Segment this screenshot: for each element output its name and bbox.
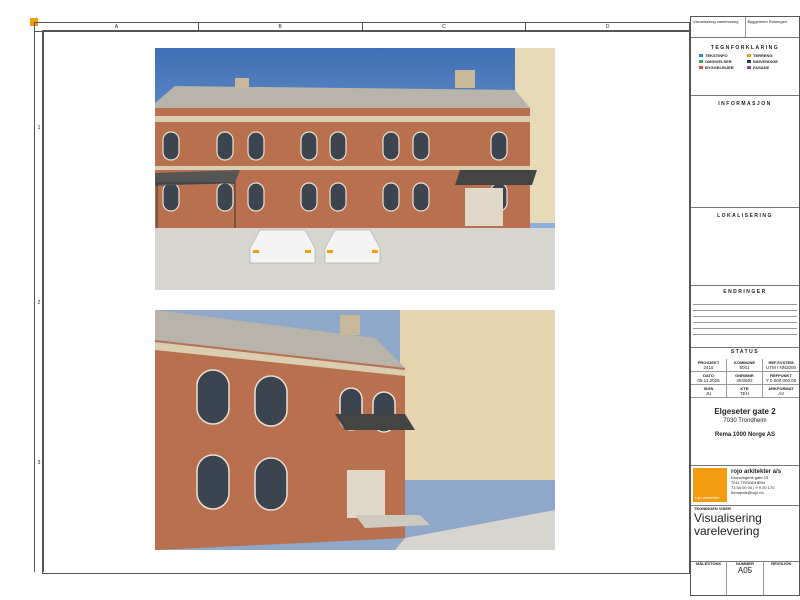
address-line2: 7030 Trondheim [723,418,767,424]
revision-cell: REVISJON [771,561,792,566]
header-owner: Byggeieren Rosengen [747,19,788,24]
render-front-view [155,48,555,290]
client-name: Rema 1000 Norge AS [714,432,776,438]
cell-prosjekt: PROSJEKT 2415 [691,359,727,372]
firm-section: rojo arkitekter rojo arkitekter a/s Dron… [691,465,799,506]
project-info-table: PROSJEKT 2415 KOMMUNE 5001 REF.SYSTEM UTM /… [691,359,799,398]
render-side-view [155,310,555,550]
change-log-table [693,299,797,339]
cell-gnrbnr: GNR/BNR 404/602 [727,372,763,385]
endringer-title: ENDRINGER [723,289,767,295]
status-title: STATUS [730,349,760,355]
drawing-title-section: TEGNINGEN VISER Visualisering vareleveri… [691,505,799,562]
firm-address-line: firmapost@rojo.no [731,490,764,495]
header-drawing-name: Visualisering varelevering [691,17,746,37]
title-block: Visualisering varelevering Byggeieren Ro… [690,16,800,596]
address-section: Elgeseter gate 2 7030 Trondheim Rema 100… [691,397,799,466]
information-title: INFORMASJON [718,101,772,107]
legend-list: TEKSTINFO TERRENG OMGIVELSER INNVENDIGE … [691,51,799,72]
cell-dato: DATO 05.11.2025 [691,372,727,385]
cell-refsystem: REF.SYSTEM UTM / NN2000 [763,359,799,372]
firm-logo: rojo arkitekter [693,468,727,502]
cell-kommune: KOMMUNE 5001 [727,359,763,372]
footer-section: MÅLESTOKK NUMMER A05 REVISJON [691,561,799,595]
lokalisering-title: LOKALISERING [717,213,773,219]
scale-cell: MÅLESTOKK [691,561,728,595]
legend-item: INNVENDIGE [747,59,791,64]
number-cell: NUMMER A05 [727,561,764,595]
lokalisering-section: LOKALISERING [691,207,799,286]
legend-item: BYGGELINJER [699,65,743,70]
drawing-title: Visualisering varelevering [694,511,762,538]
cell-refpunkt: REFPUNKT Y 0.000.000,00 [763,372,799,385]
drawing-sheet: A B C D 1 2 3 Visualisering varelevering… [0,0,800,600]
legend-item: OMGIVELSER [699,59,743,64]
address-line1: Elgeseter gate 2 [714,407,776,416]
legend-item: TERRENG [747,53,791,58]
legend-item: FASADE [747,65,791,70]
drawing-number: A05 [737,566,753,575]
firm-details: rojo arkitekter a/s Dronningens gate 15 … [731,469,781,495]
legend-section: TEGNFORKLARING TEKSTINFO TERRENG OMGIVEL… [691,37,799,96]
legend-item: TEKSTINFO [699,53,743,58]
endringer-section: ENDRINGER [691,285,799,348]
title-block-header: Visualisering varelevering Byggeieren Ro… [691,17,799,38]
information-section: INFORMASJON [691,95,799,208]
status-section: STATUS PROSJEKT 2415 KOMMUNE 5001 REF.SYST… [691,347,799,398]
